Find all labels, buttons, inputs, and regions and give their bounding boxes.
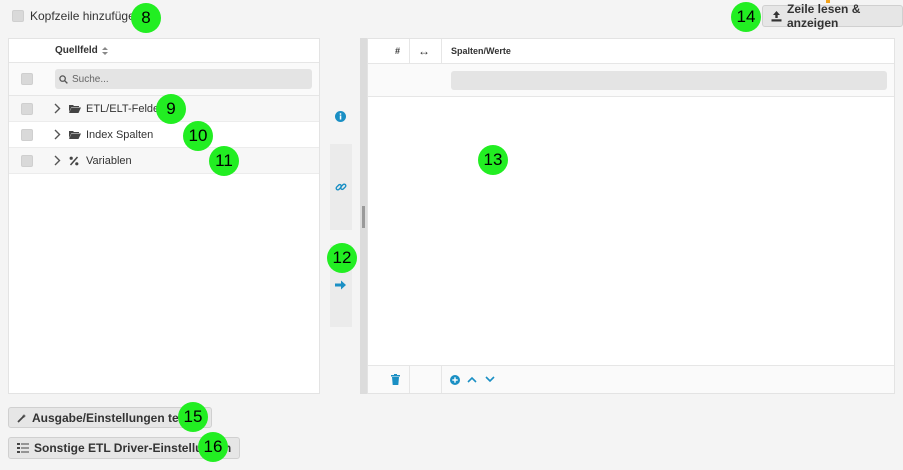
tree-item-variables[interactable]: Variablen xyxy=(9,148,319,174)
marker-8: 8 xyxy=(131,3,161,33)
marker-15: 15 xyxy=(178,402,208,432)
tree-item-label: Index Spalten xyxy=(86,129,154,141)
row-checkbox[interactable] xyxy=(21,103,33,115)
source-search-input[interactable]: Suche... xyxy=(55,69,312,89)
columns-values-header: # ↔ Spalten/Werte xyxy=(368,39,894,64)
marker-14: 14 xyxy=(731,2,761,32)
marker-9: 9 xyxy=(156,94,186,124)
read-row-button[interactable]: Zeile lesen & anzeigen xyxy=(762,2,903,30)
notification-dot xyxy=(826,0,830,3)
col-index-header: # xyxy=(395,46,401,56)
tree-item-index-columns[interactable]: Index Spalten xyxy=(9,122,319,148)
header-row-checkbox[interactable]: Kopfzeile hinzufügen xyxy=(12,9,141,23)
source-field-header-label: Quellfeld xyxy=(55,45,98,56)
search-icon xyxy=(59,74,68,84)
link-icon xyxy=(335,183,347,191)
upload-icon xyxy=(771,10,782,21)
read-row-button-label: Zeile lesen & anzeigen xyxy=(787,2,861,30)
row-checkbox[interactable] xyxy=(21,155,33,167)
splitter-handle[interactable] xyxy=(362,206,365,228)
sort-icon xyxy=(101,46,108,55)
marker-13: 13 xyxy=(478,145,508,175)
columns-values-panel: # ↔ Spalten/Werte xyxy=(367,38,895,394)
columns-filter-row xyxy=(368,64,894,97)
checkbox[interactable] xyxy=(12,10,24,22)
info-icon[interactable] xyxy=(335,111,346,122)
chevron-up-icon[interactable] xyxy=(467,376,477,383)
source-search-row: Suche... xyxy=(9,63,319,96)
link-button[interactable] xyxy=(330,144,352,230)
col-values-header: Spalten/Werte xyxy=(451,46,511,56)
folder-open-icon xyxy=(69,105,81,113)
columns-values-footer xyxy=(368,365,894,393)
percent-icon xyxy=(69,156,79,166)
source-field-sort[interactable]: Quellfeld xyxy=(55,45,108,56)
header-row-checkbox-label: Kopfzeile hinzufügen xyxy=(30,9,142,23)
arrow-right-icon xyxy=(335,280,346,290)
marker-10: 10 xyxy=(183,121,213,151)
chevron-down-icon[interactable] xyxy=(485,376,495,383)
marker-11: 11 xyxy=(209,146,239,176)
columns-filter-input[interactable] xyxy=(451,71,887,90)
source-search-placeholder: Suche... xyxy=(72,73,109,85)
chevron-right-icon[interactable] xyxy=(53,103,61,114)
source-field-header: Quellfeld xyxy=(9,39,319,63)
column-divider xyxy=(409,366,410,393)
folder-open-icon xyxy=(69,131,81,139)
row-checkbox[interactable] xyxy=(21,129,33,141)
marker-12: 12 xyxy=(327,243,357,273)
col-width-header: ↔ xyxy=(418,44,430,58)
list-settings-icon xyxy=(17,443,29,453)
select-all-checkbox[interactable] xyxy=(21,73,33,85)
column-divider xyxy=(441,366,442,393)
trash-icon[interactable] xyxy=(391,374,400,385)
wand-icon xyxy=(17,413,26,423)
tree-item-label: Variablen xyxy=(86,155,132,167)
add-icon[interactable] xyxy=(450,375,460,385)
marker-16: 16 xyxy=(198,432,228,462)
chevron-right-icon[interactable] xyxy=(53,129,61,140)
tree-item-label: ETL/ELT-Felder xyxy=(86,103,163,115)
source-field-panel: Quellfeld Suche... ETL/ELT-Felder Index … xyxy=(8,38,320,394)
chevron-right-icon[interactable] xyxy=(53,155,61,166)
